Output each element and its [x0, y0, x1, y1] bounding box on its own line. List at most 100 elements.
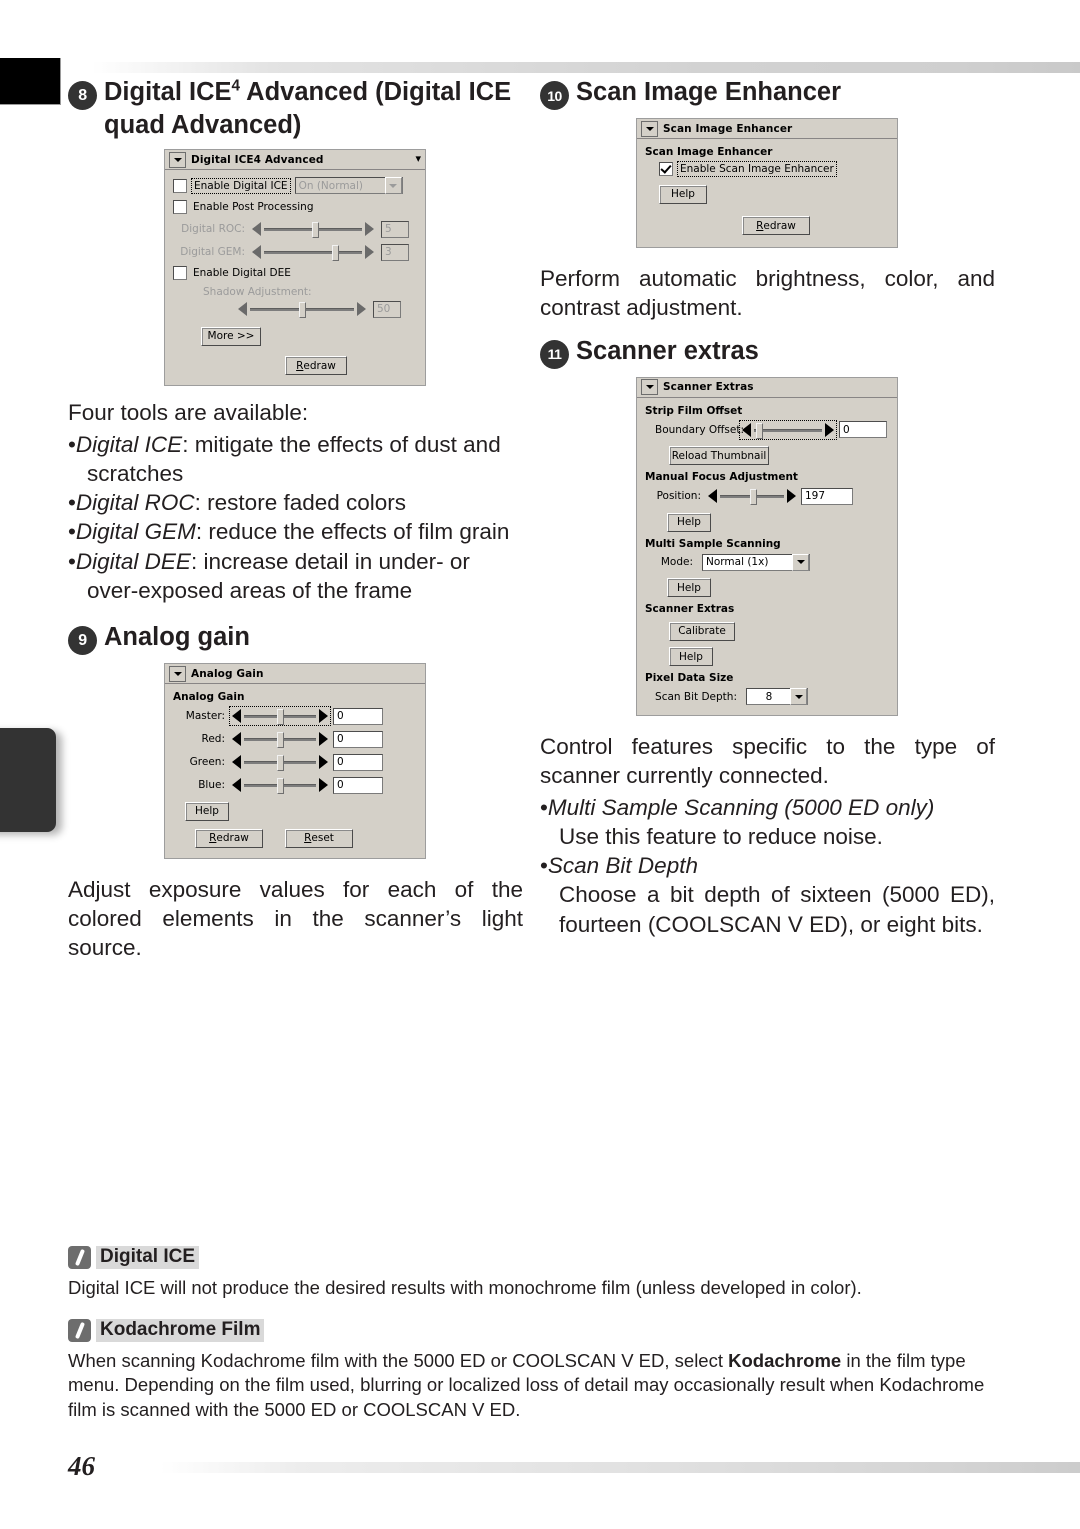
- decrease-arrow-icon[interactable]: [742, 422, 751, 437]
- green-slider[interactable]: [230, 753, 330, 771]
- decrease-arrow-icon[interactable]: [232, 709, 241, 723]
- redraw-button[interactable]: Redraw: [742, 216, 810, 235]
- boundary-offset-value[interactable]: 0: [839, 421, 887, 438]
- increase-arrow-icon[interactable]: [365, 245, 374, 260]
- redraw-button[interactable]: Redraw: [195, 828, 263, 848]
- slider-track[interactable]: [264, 245, 362, 262]
- pixel-data-size-label: Pixel Data Size: [645, 672, 734, 684]
- enable-digital-dee-checkbox[interactable]: [173, 266, 187, 281]
- increase-arrow-icon[interactable]: [365, 222, 374, 237]
- enable-post-processing-checkbox[interactable]: [173, 200, 187, 215]
- scan-bit-depth-combo[interactable]: 8: [746, 688, 808, 705]
- increase-arrow-icon[interactable]: [319, 778, 328, 792]
- slider-track[interactable]: [244, 755, 316, 771]
- four-tools-intro: Four tools are available:: [68, 400, 309, 426]
- bullet-multi-sample-text: Use this feature to reduce noise.: [559, 823, 883, 849]
- dialog-menu-icon[interactable]: ▾: [415, 154, 421, 164]
- digital-ice-mode-combo[interactable]: On (Normal): [294, 177, 403, 195]
- help-button-multi[interactable]: Help: [667, 578, 711, 597]
- section-heading-11: 11 Scanner extras: [540, 335, 995, 369]
- help-multi-row: Help: [667, 576, 889, 597]
- help-button[interactable]: Help: [659, 184, 707, 204]
- decrease-arrow-icon[interactable]: [232, 755, 241, 769]
- decrease-arrow-icon[interactable]: [232, 778, 241, 792]
- collapse-triangle-icon[interactable]: [641, 379, 658, 395]
- help-button-focus[interactable]: Help: [667, 512, 711, 532]
- position-slider[interactable]: [706, 487, 798, 505]
- red-value[interactable]: 0: [333, 730, 383, 748]
- dialog-body: Analog Gain Master: 0 Red: 0 Green: 0 Bl…: [165, 684, 425, 858]
- redraw-button[interactable]: Redraw: [285, 356, 347, 376]
- shadow-adjustment-value[interactable]: 50: [373, 300, 401, 318]
- enable-digital-dee-row: Enable Digital DEE: [173, 266, 417, 281]
- slider-thumb[interactable]: [277, 732, 284, 748]
- slider-thumb[interactable]: [750, 489, 758, 505]
- multi-sample-mode-combo[interactable]: Normal (1x): [702, 553, 810, 571]
- slider-track[interactable]: [244, 778, 316, 794]
- green-value[interactable]: 0: [333, 753, 383, 771]
- help-button[interactable]: Help: [185, 801, 229, 821]
- collapse-triangle-icon[interactable]: [641, 120, 658, 137]
- shadow-adjustment-slider[interactable]: [236, 300, 368, 319]
- increase-arrow-icon[interactable]: [825, 422, 834, 437]
- bullet-term: Digital DEE: [75, 548, 191, 574]
- decrease-arrow-icon[interactable]: [252, 245, 261, 260]
- boundary-offset-slider[interactable]: [739, 419, 837, 440]
- slider-track[interactable]: [244, 732, 316, 748]
- section-heading-9: 9 Analog gain: [68, 621, 523, 655]
- slider-track[interactable]: [244, 709, 316, 725]
- slider-track[interactable]: [250, 302, 354, 319]
- chevron-down-icon: [792, 553, 809, 571]
- slider-thumb[interactable]: [756, 422, 764, 439]
- slider-thumb[interactable]: [277, 755, 284, 771]
- collapse-triangle-icon[interactable]: [169, 151, 186, 168]
- slider-thumb[interactable]: [277, 709, 284, 725]
- blue-value[interactable]: 0: [333, 776, 383, 794]
- help-button-extras[interactable]: Help: [669, 647, 713, 666]
- section-title-8-line2: quad Advanced): [104, 110, 302, 139]
- dialog-titlebar: Scan Image Enhancer: [637, 119, 897, 139]
- section-badge-8: 8: [68, 81, 97, 110]
- collapse-triangle-icon[interactable]: [169, 665, 186, 682]
- slider-thumb[interactable]: [277, 778, 284, 794]
- enable-scan-image-enhancer-checkbox[interactable]: [659, 162, 673, 176]
- master-value[interactable]: 0: [333, 707, 383, 725]
- increase-arrow-icon[interactable]: [319, 755, 328, 769]
- slider-thumb[interactable]: [311, 222, 319, 239]
- decrease-arrow-icon[interactable]: [252, 222, 261, 237]
- red-slider[interactable]: [230, 730, 330, 748]
- slider-track[interactable]: [264, 222, 362, 239]
- reload-thumbnail-button[interactable]: Reload Thumbnail: [669, 446, 769, 465]
- decrease-arrow-icon[interactable]: [708, 489, 717, 503]
- position-value[interactable]: 197: [801, 487, 853, 505]
- decrease-arrow-icon[interactable]: [238, 302, 247, 317]
- increase-arrow-icon[interactable]: [319, 709, 328, 723]
- slider-track[interactable]: [754, 422, 822, 439]
- reset-button[interactable]: Reset: [285, 828, 353, 848]
- scanner-extras-dialog: Scanner Extras Strip Film Offset Boundar…: [636, 376, 898, 716]
- digital-roc-slider[interactable]: [250, 220, 376, 239]
- enable-post-processing-row: Enable Post Processing: [173, 200, 417, 215]
- slider-thumb[interactable]: [331, 245, 339, 262]
- slider-track[interactable]: [720, 489, 784, 505]
- digital-gem-slider-row: Digital GEM: 3: [173, 243, 417, 262]
- blue-slider[interactable]: [230, 776, 330, 794]
- dialog-body: Strip Film Offset Boundary Offset: 0 Rel…: [637, 398, 897, 716]
- increase-arrow-icon[interactable]: [357, 302, 366, 317]
- digital-roc-value[interactable]: 5: [381, 220, 409, 238]
- bullet-dot: •: [68, 548, 76, 574]
- more-button[interactable]: More >>: [201, 326, 261, 346]
- digital-gem-value[interactable]: 3: [381, 243, 409, 261]
- slider-thumb[interactable]: [299, 302, 306, 319]
- bullet-digital-dee: •Digital DEE: increase detail in under- …: [68, 547, 523, 606]
- decrease-arrow-icon[interactable]: [232, 732, 241, 746]
- increase-arrow-icon[interactable]: [787, 489, 796, 503]
- master-slider[interactable]: [229, 706, 331, 726]
- digital-gem-slider[interactable]: [250, 243, 376, 262]
- increase-arrow-icon[interactable]: [319, 732, 328, 746]
- section-title-8-part2: Advanced (Digital ICE: [240, 78, 512, 106]
- tip-body-kodachrome-film: When scanning Kodachrome film with the 5…: [68, 1349, 1012, 1423]
- boundary-offset-row: Boundary Offset: 0: [655, 419, 889, 440]
- enable-digital-ice-checkbox[interactable]: [173, 178, 187, 193]
- calibrate-button[interactable]: Calibrate: [669, 621, 735, 641]
